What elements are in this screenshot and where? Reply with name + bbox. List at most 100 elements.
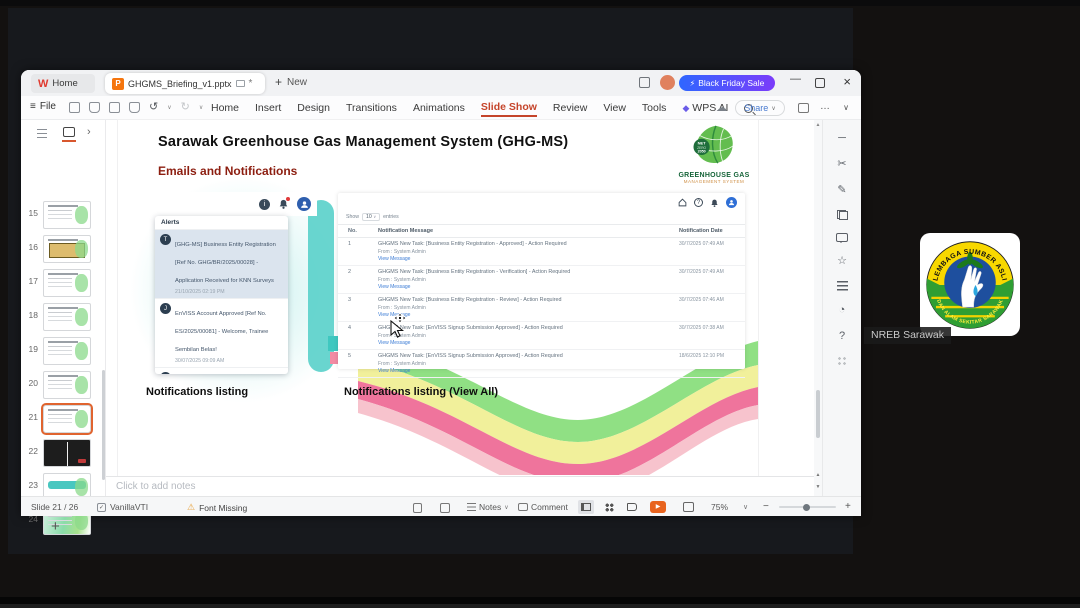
alert-item[interactable]: N EnVISS Account Approved [Ref No. ES/20…	[155, 368, 288, 374]
reading-view-button[interactable]	[624, 500, 640, 514]
current-slide-icon[interactable]	[413, 503, 422, 513]
cloud-sync-icon[interactable]: ☁	[716, 101, 727, 114]
menu-slide-show[interactable]: Slide Show	[480, 99, 537, 117]
document-tab[interactable]: P GHGMS_Briefing_v1.pptx *	[105, 73, 265, 94]
task-pane-icon[interactable]	[798, 103, 809, 113]
next-slide-icon[interactable]: ▼	[814, 484, 822, 490]
slide-thumbnail[interactable]	[43, 269, 91, 297]
close-button[interactable]: ×	[843, 74, 851, 89]
slide-canvas[interactable]: Sarawak Greenhouse Gas Management System…	[118, 120, 758, 476]
promo-banner-button[interactable]: ⚡ Black Friday Sale	[679, 75, 775, 91]
document-scrollbar[interactable]: ▲ ▲ ▼	[814, 120, 822, 496]
notes-input[interactable]: Click to add notes	[106, 476, 814, 496]
alert-item[interactable]: J EnVISS Account Approved [Ref No. ES/20…	[155, 299, 288, 368]
notes-toggle[interactable]: Notes ∨	[467, 502, 509, 512]
tools-icon[interactable]: ✂	[837, 158, 846, 171]
slide-thumbnail[interactable]	[43, 303, 91, 331]
file-menu[interactable]: ≡ File	[30, 101, 56, 112]
font-missing-warning[interactable]: ⚠ Font Missing	[187, 502, 247, 513]
home-tab[interactable]: W Home	[31, 74, 95, 93]
spellcheck-language[interactable]: ✓ VanillaVTI	[97, 502, 148, 512]
view-message-link[interactable]: View Message	[378, 312, 675, 318]
slide-thumbnail[interactable]	[43, 337, 91, 365]
help-icon[interactable]: ?	[839, 330, 845, 343]
menu-home[interactable]: Home	[211, 100, 239, 116]
menu-view[interactable]: View	[603, 100, 626, 116]
toolbar-caret-icon[interactable]: ∨	[199, 104, 203, 111]
favorites-icon[interactable]: ☆	[837, 255, 847, 268]
shapes-icon[interactable]	[836, 210, 848, 220]
edit-icon[interactable]: ✎	[837, 184, 846, 197]
scrollbar-thumb[interactable]	[816, 390, 820, 438]
zoom-in-button[interactable]: +	[845, 501, 851, 512]
slide-thumb-17[interactable]: 17	[21, 268, 106, 298]
save-icon[interactable]	[69, 102, 80, 113]
slide-thumb-18[interactable]: 18	[21, 302, 106, 332]
menu-design[interactable]: Design	[297, 100, 330, 116]
alert-item[interactable]: T [GHG-MS] Business Entity Registration …	[155, 230, 288, 299]
share-label: Share	[744, 103, 769, 113]
participant-video-tile[interactable]: LEMBAGA SUMBER ASLI DAN ALAM SEKITAR SAR…	[920, 233, 1020, 336]
slide-thumb-20[interactable]: 20	[21, 370, 106, 400]
sidebar-scrollbar[interactable]	[102, 370, 105, 480]
slide-thumbnail[interactable]	[43, 235, 91, 263]
slide-thumbnail[interactable]	[43, 371, 91, 399]
zoom-slider[interactable]	[779, 503, 836, 511]
slide-thumb-15[interactable]: 15	[21, 200, 106, 230]
zoom-slider-knob[interactable]	[803, 503, 810, 511]
print-preview-icon[interactable]	[129, 102, 140, 113]
thumbnail-view-icon[interactable]	[62, 127, 76, 142]
history-clock-icon[interactable]: ◔	[839, 304, 846, 317]
maximize-button[interactable]	[815, 78, 825, 88]
undo-caret-icon[interactable]: ∨	[167, 104, 171, 111]
share-button[interactable]: Share ∨	[735, 100, 785, 116]
slide-thumbnail[interactable]	[43, 439, 91, 467]
new-slide-button[interactable]: +	[51, 518, 60, 535]
slide-thumbnail-selected[interactable]	[41, 403, 93, 435]
export-icon[interactable]	[89, 102, 100, 113]
zoom-caret-icon[interactable]: ∨	[743, 503, 748, 511]
menu-tools[interactable]: Tools	[642, 100, 667, 116]
slide-thumb-16[interactable]: 16	[21, 234, 106, 264]
new-tab-button[interactable]: + New	[275, 75, 307, 89]
slide-thumb-19[interactable]: 19	[21, 336, 106, 366]
slide-sorter-view-button[interactable]	[601, 500, 617, 514]
view-message-link[interactable]: View Message	[378, 340, 675, 346]
normal-view-button[interactable]	[578, 500, 594, 514]
tabs-overview-icon[interactable]	[639, 77, 650, 88]
slide-thumb-22[interactable]: 22	[21, 438, 106, 468]
scroll-up-icon[interactable]: ▲	[814, 122, 822, 128]
menu-transitions[interactable]: Transitions	[346, 100, 397, 116]
page-size-select[interactable]: 10 ∨	[361, 213, 381, 221]
collapse-rail-icon[interactable]: ─	[838, 132, 846, 145]
view-message-link[interactable]: View Message	[378, 284, 675, 290]
account-avatar[interactable]	[660, 75, 675, 90]
slide-thumb-21-selected[interactable]: 21	[21, 403, 106, 435]
redo-icon[interactable]: ↻	[181, 102, 190, 113]
comment-pane-icon[interactable]	[836, 233, 848, 243]
menu-animations[interactable]: Animations	[413, 100, 465, 116]
minimize-button[interactable]: —	[790, 73, 801, 85]
slide-number: 18	[28, 310, 38, 320]
more-options-icon[interactable]: …	[820, 101, 830, 112]
zoom-out-button[interactable]: −	[763, 501, 769, 512]
menu-review[interactable]: Review	[553, 100, 587, 116]
menu-insert[interactable]: Insert	[255, 100, 281, 116]
view-message-link[interactable]: View Message	[378, 368, 675, 374]
zoom-level[interactable]: 75%	[711, 502, 728, 512]
view-message-link[interactable]: View Message	[378, 256, 675, 262]
previous-slide-icon[interactable]: ▲	[814, 472, 822, 478]
settings-sliders-icon[interactable]	[836, 281, 848, 291]
print-icon[interactable]	[109, 102, 120, 113]
chevron-right-icon[interactable]: ›	[87, 126, 91, 138]
undo-icon[interactable]: ↺	[149, 102, 158, 113]
apps-grid-icon[interactable]	[837, 356, 847, 366]
present-mode-icon[interactable]	[235, 80, 245, 87]
outline-view-icon[interactable]	[37, 129, 47, 138]
comment-button[interactable]: Comment	[518, 502, 568, 512]
fit-slide-icon[interactable]	[683, 502, 694, 512]
collapse-ribbon-icon[interactable]: ∨	[843, 103, 849, 112]
slideshow-play-button[interactable]: ▶	[650, 501, 666, 513]
insert-placeholder-icon[interactable]	[440, 503, 450, 513]
slide-thumbnail[interactable]	[43, 201, 91, 229]
